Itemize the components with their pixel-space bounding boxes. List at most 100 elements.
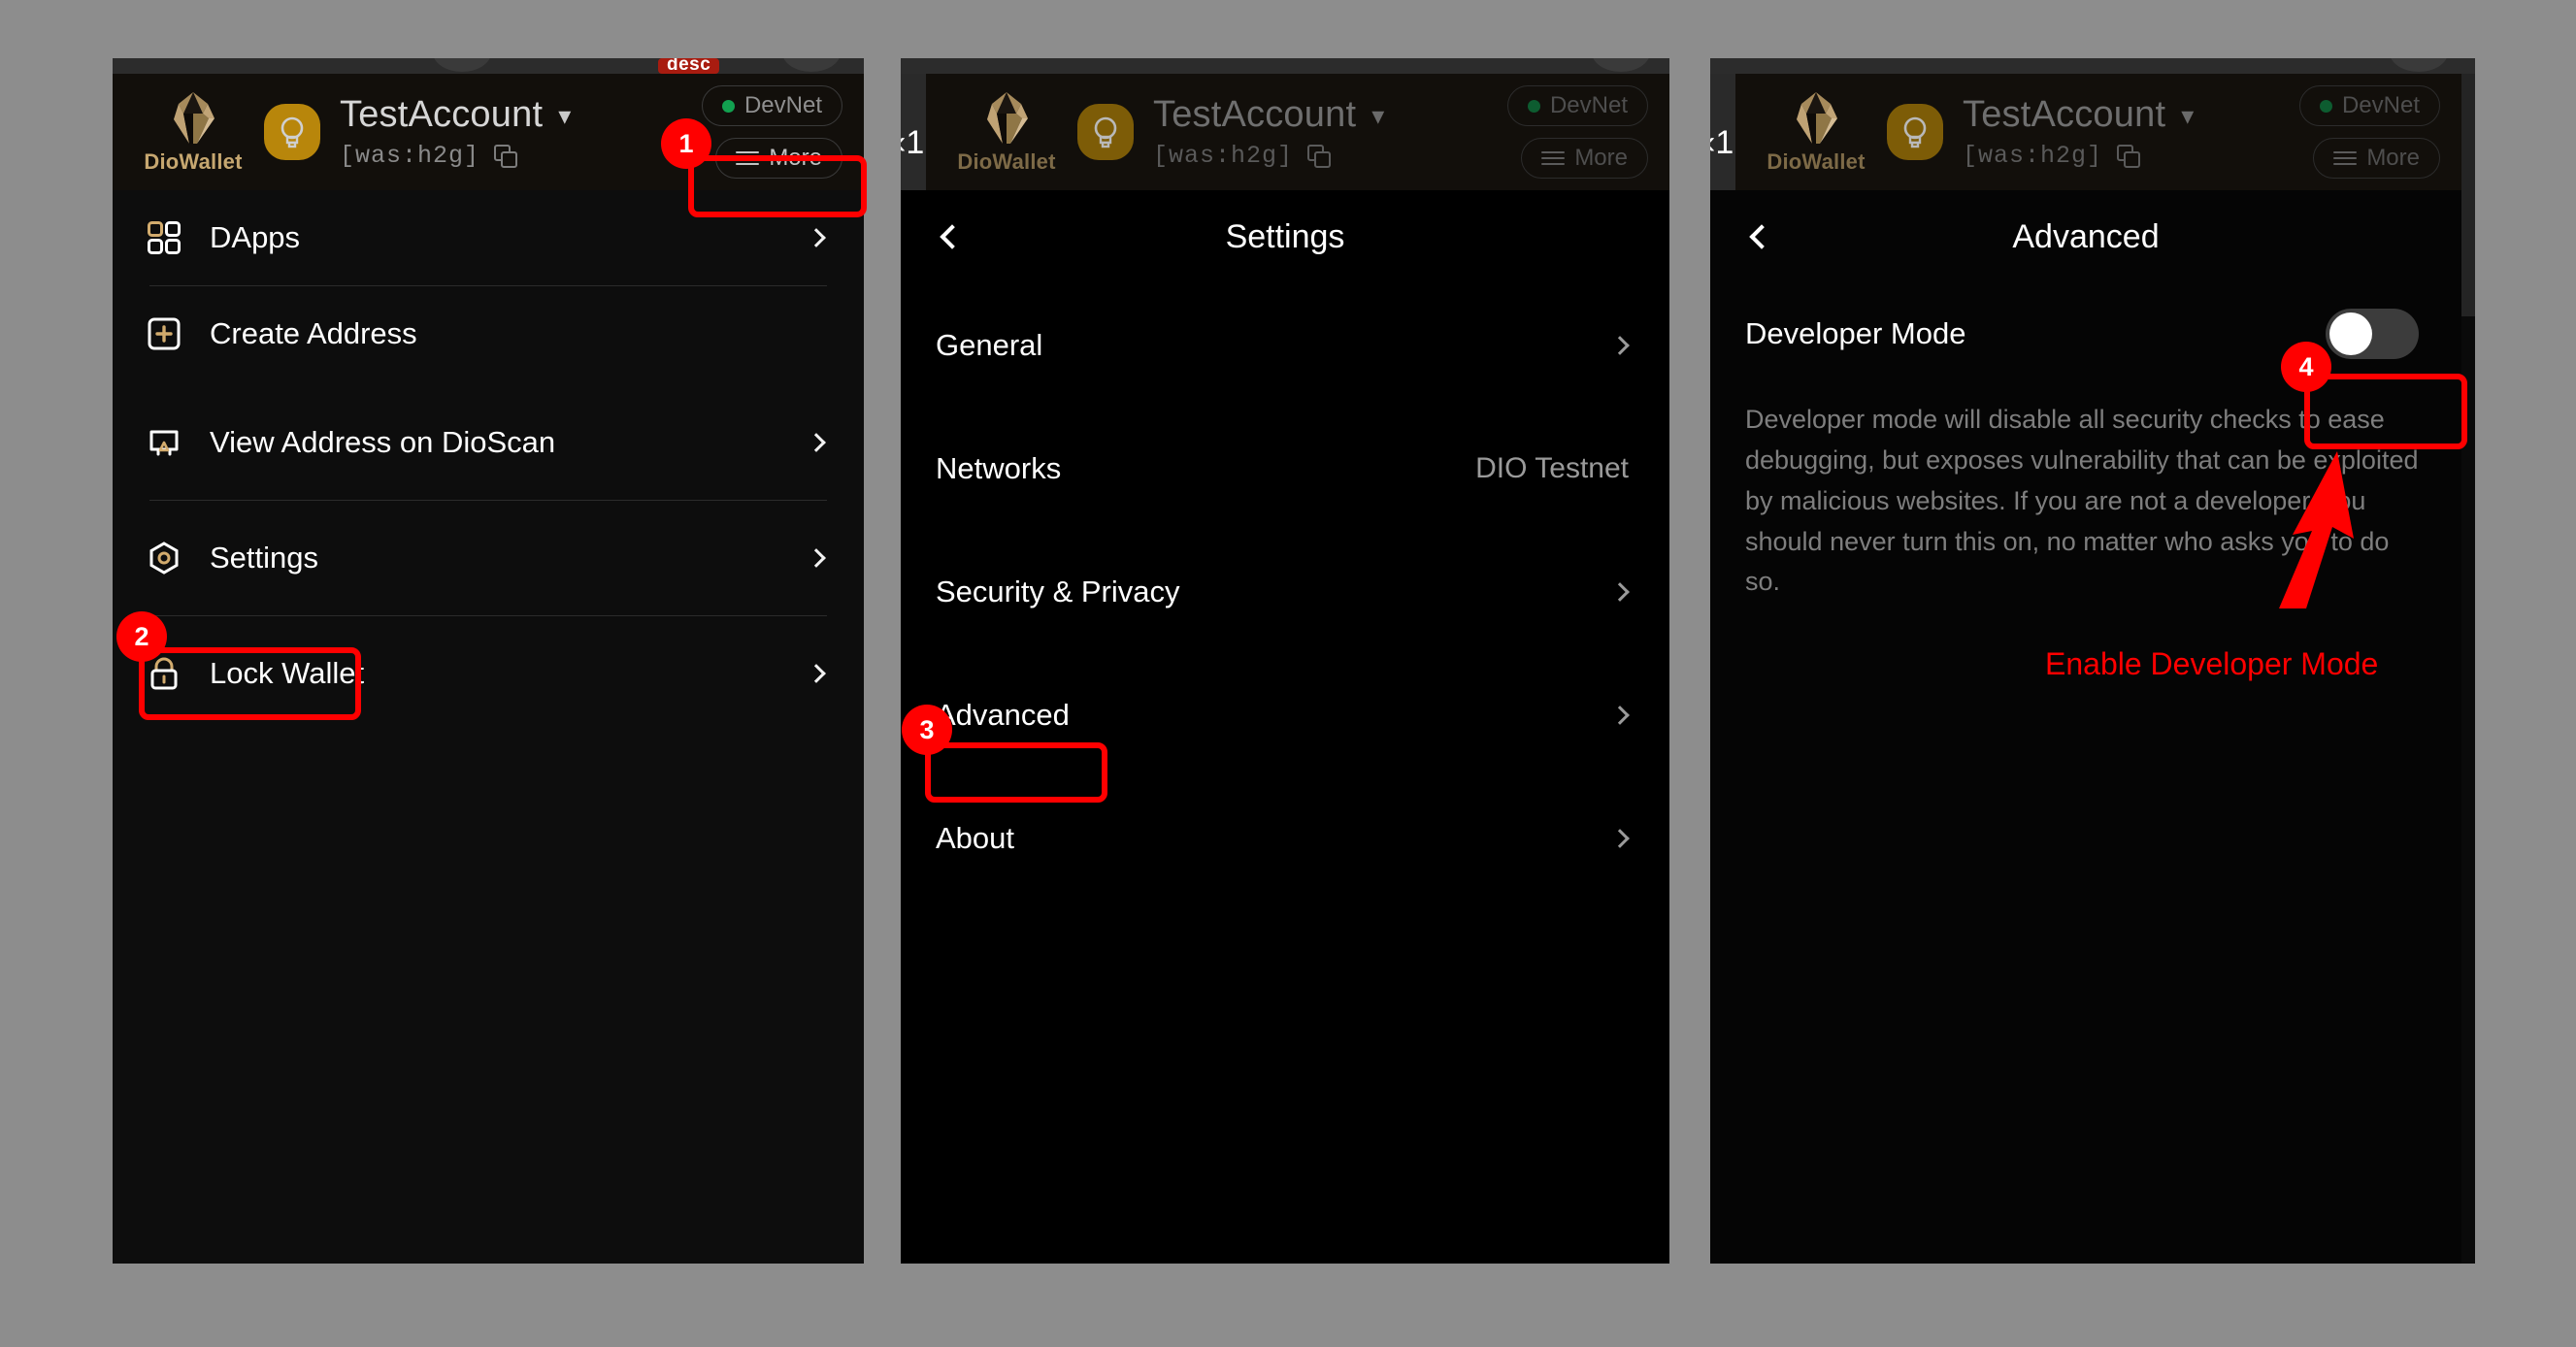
grid-icon bbox=[148, 221, 181, 254]
settings-item-advanced[interactable]: Advanced bbox=[936, 653, 1635, 776]
network-badge-label: DevNet bbox=[2341, 92, 2420, 118]
external-screen-icon bbox=[149, 430, 179, 456]
chevron-right-icon bbox=[1610, 335, 1630, 355]
tab-curve-right bbox=[2390, 58, 2448, 72]
hamburger-icon bbox=[736, 151, 760, 165]
step-badge-4: 4 bbox=[2281, 342, 2331, 392]
network-status-dot bbox=[1527, 99, 1540, 113]
account-address: [was:h2g] bbox=[1963, 142, 2103, 170]
avatar[interactable] bbox=[264, 104, 320, 160]
avatar[interactable] bbox=[1077, 104, 1134, 160]
lightbulb-icon bbox=[1094, 116, 1117, 148]
settings-item-general[interactable]: General bbox=[936, 283, 1635, 407]
copy-icon[interactable] bbox=[1306, 144, 1332, 169]
network-badge-label: DevNet bbox=[743, 92, 822, 118]
menu-item-lock-wallet[interactable]: Lock Wallet bbox=[148, 626, 829, 721]
step-badge-3: 3 bbox=[902, 705, 952, 755]
panel-scrollbar[interactable] bbox=[2461, 74, 2475, 316]
diowallet-logo-icon bbox=[1797, 92, 1837, 144]
back-icon[interactable] bbox=[940, 224, 965, 249]
more-menu-list: DApps Create Address View Address on Dio… bbox=[113, 190, 864, 721]
edge-cut-glyph: ‹1 bbox=[901, 124, 925, 161]
diowallet-logo-icon bbox=[174, 92, 215, 144]
arrow-to-toggle bbox=[2279, 451, 2354, 608]
developer-mode-label: Developer Mode bbox=[1745, 316, 1966, 350]
tab-curve-right bbox=[1592, 58, 1650, 72]
more-button[interactable]: More bbox=[2313, 138, 2440, 179]
network-status-dot bbox=[721, 99, 735, 113]
chrome-notification-badge: desc bbox=[658, 58, 720, 74]
settings-item-label: Security & Privacy bbox=[936, 574, 1180, 608]
panel-more-menu: desc DioWallet TestAccount ▾ [was:h2g] D… bbox=[113, 58, 864, 1264]
back-icon[interactable] bbox=[1749, 224, 1774, 249]
panel-body: Settings General Networks DIO Testnet Se… bbox=[901, 190, 1669, 1264]
more-button-label: More bbox=[769, 145, 822, 171]
hamburger-icon bbox=[2333, 151, 2358, 165]
menu-item-create-address[interactable]: Create Address bbox=[148, 286, 829, 381]
menu-divider bbox=[149, 500, 827, 501]
step-badge-2: 2 bbox=[116, 611, 167, 662]
header-actions: DevNet More bbox=[701, 85, 842, 179]
chevron-right-icon bbox=[807, 228, 826, 247]
settings-item-label: About bbox=[936, 820, 1015, 855]
account-name: TestAccount bbox=[340, 94, 544, 135]
lightbulb-icon bbox=[281, 116, 304, 148]
network-status-dot bbox=[2319, 99, 2332, 113]
copy-icon[interactable] bbox=[493, 144, 518, 169]
brand-name: DioWallet bbox=[957, 149, 1056, 174]
chevron-right-icon bbox=[1610, 705, 1630, 725]
network-badge[interactable]: DevNet bbox=[701, 85, 842, 126]
chevron-down-icon[interactable]: ▾ bbox=[1371, 103, 1384, 128]
menu-item-label: Settings bbox=[210, 541, 319, 575]
chevron-right-icon bbox=[807, 548, 826, 568]
step-badge-1: 1 bbox=[661, 118, 711, 169]
browser-chrome-strip bbox=[901, 58, 1669, 74]
wallet-header: DioWallet TestAccount ▾ [was:h2g] DevNet… bbox=[1735, 74, 2461, 190]
settings-item-label: General bbox=[936, 327, 1043, 362]
lock-icon bbox=[150, 657, 178, 690]
tab-curve-left bbox=[433, 58, 491, 72]
toggle-knob bbox=[2329, 312, 2372, 355]
chevron-down-icon[interactable]: ▾ bbox=[558, 103, 571, 128]
more-button[interactable]: More bbox=[1521, 138, 1648, 179]
menu-item-dapps[interactable]: DApps bbox=[148, 190, 829, 285]
settings-list: General Networks DIO Testnet Security & … bbox=[901, 283, 1669, 900]
more-button-label: More bbox=[2366, 145, 2420, 171]
menu-item-label: View Address on DioScan bbox=[210, 425, 556, 459]
settings-subheader: Settings bbox=[901, 190, 1669, 283]
more-button[interactable]: More bbox=[715, 138, 842, 179]
tab-curve-right bbox=[782, 58, 841, 72]
developer-mode-toggle[interactable] bbox=[2326, 309, 2419, 359]
menu-item-label: Create Address bbox=[210, 316, 417, 350]
brand-name: DioWallet bbox=[144, 149, 243, 174]
account-name: TestAccount bbox=[1153, 94, 1357, 135]
chevron-down-icon[interactable]: ▾ bbox=[2181, 103, 2194, 128]
brand: DioWallet bbox=[136, 89, 250, 175]
network-badge[interactable]: DevNet bbox=[1506, 85, 1648, 126]
brand: DioWallet bbox=[1759, 89, 1873, 175]
avatar[interactable] bbox=[1887, 104, 1943, 160]
panel-body: DApps Create Address View Address on Dio… bbox=[113, 190, 864, 1264]
callout-enable-developer-mode: Enable Developer Mode bbox=[2045, 646, 2379, 681]
panel-body: Advanced Developer Mode Developer mode w… bbox=[1710, 190, 2461, 1264]
settings-item-networks[interactable]: Networks DIO Testnet bbox=[936, 407, 1635, 530]
menu-divider bbox=[149, 615, 827, 616]
gear-hex-icon bbox=[149, 542, 179, 575]
account-info: TestAccount ▾ [was:h2g] bbox=[1963, 94, 2290, 170]
account-address: [was:h2g] bbox=[340, 142, 480, 170]
settings-item-value: DIO Testnet bbox=[1475, 451, 1629, 484]
plus-square-icon bbox=[148, 317, 181, 350]
lightbulb-icon bbox=[1903, 116, 1927, 148]
header-actions: DevNet More bbox=[2298, 85, 2440, 179]
settings-item-security-privacy[interactable]: Security & Privacy bbox=[936, 530, 1635, 653]
diowallet-logo-icon bbox=[987, 92, 1028, 144]
browser-chrome-strip bbox=[1710, 58, 2475, 74]
menu-item-settings[interactable]: Settings bbox=[148, 510, 829, 606]
network-badge-label: DevNet bbox=[1549, 92, 1628, 118]
menu-item-label: Lock Wallet bbox=[210, 656, 365, 690]
settings-item-about[interactable]: About bbox=[936, 776, 1635, 900]
copy-icon[interactable] bbox=[2116, 144, 2141, 169]
browser-chrome-strip: desc bbox=[113, 58, 864, 74]
menu-item-view-address-dioscan[interactable]: View Address on DioScan bbox=[148, 395, 829, 490]
network-badge[interactable]: DevNet bbox=[2298, 85, 2440, 126]
